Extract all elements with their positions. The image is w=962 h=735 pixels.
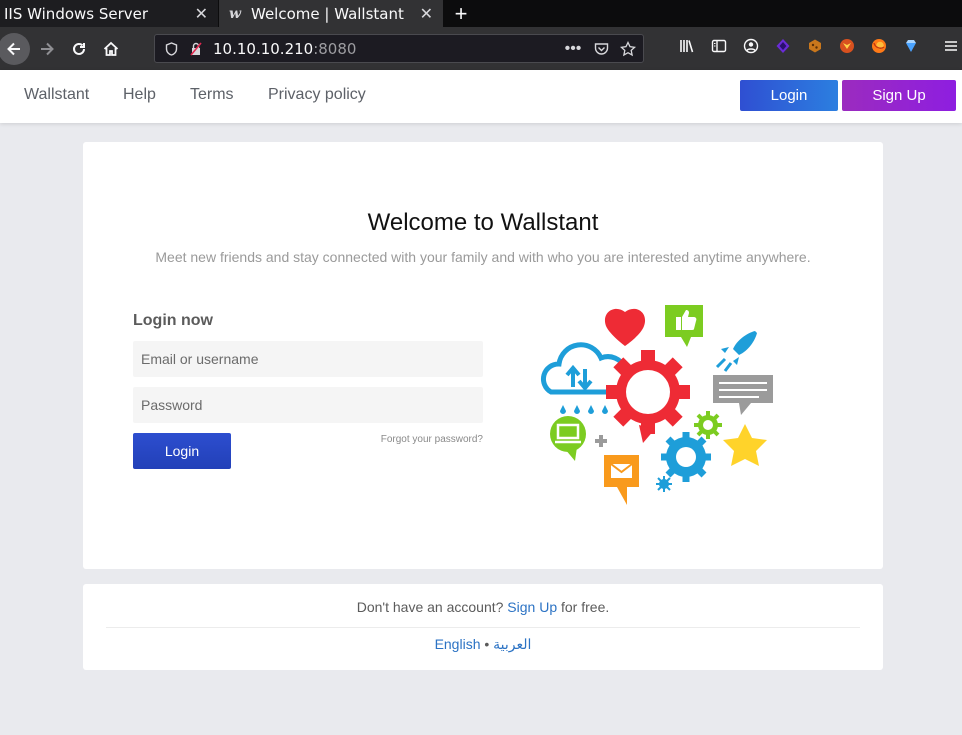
reload-button[interactable] <box>65 35 93 63</box>
cloud-sync-icon <box>540 342 629 414</box>
gear-blue-icon <box>661 432 711 482</box>
gear-small-blue-icon <box>656 476 672 492</box>
more-actions-icon[interactable]: ••• <box>565 40 582 57</box>
arrow-left-icon <box>7 42 20 56</box>
like-bubble-icon <box>665 305 703 347</box>
signup-suffix-text: for free. <box>561 599 610 615</box>
new-tab-button[interactable]: + <box>450 0 472 27</box>
tab-title: Welcome | Wallstant <box>251 4 404 23</box>
back-button[interactable] <box>0 33 30 65</box>
library-icon[interactable] <box>677 36 697 56</box>
extension-purple-icon[interactable] <box>773 36 793 56</box>
heart-icon <box>604 308 646 346</box>
gear-red-icon <box>606 350 690 434</box>
firefox-icon[interactable] <box>869 36 889 56</box>
password-field[interactable] <box>133 387 483 423</box>
menu-icon[interactable] <box>941 36 961 56</box>
email-field[interactable] <box>133 341 483 377</box>
welcome-card: Welcome to Wallstant Meet new friends an… <box>83 142 883 569</box>
close-tab-icon[interactable]: ✕ <box>195 4 208 23</box>
nav-link-wallstant[interactable]: Wallstant <box>24 86 89 104</box>
url-host: 10.10.10.210 <box>213 40 314 58</box>
address-bar[interactable]: 10.10.10.210:8080 ••• <box>154 34 644 63</box>
social-network-illustration <box>540 305 773 505</box>
shield-icon[interactable] <box>163 41 179 57</box>
language-switcher: English • العربية <box>83 636 883 653</box>
nav-link-help[interactable]: Help <box>123 86 156 104</box>
site-header: Wallstant Help Terms Privacy policy Logi… <box>0 70 962 123</box>
url-port: :8080 <box>313 40 357 58</box>
header-signup-button[interactable]: Sign Up <box>842 80 956 111</box>
plus-icon <box>595 435 607 447</box>
tab-iis[interactable]: IIS Windows Server ✕ <box>0 0 218 27</box>
star-icon <box>723 424 767 466</box>
message-bubble-icon <box>713 375 773 415</box>
url-text: 10.10.10.210:8080 <box>213 40 356 58</box>
signup-footer-card: Don't have an account? Sign Up for free.… <box>83 584 883 670</box>
wallstant-favicon-icon: w <box>229 5 242 22</box>
signup-prompt-text: Don't have an account? <box>356 599 504 615</box>
page-subtitle: Meet new friends and stay connected with… <box>155 249 811 265</box>
tab-wallstant[interactable]: w Welcome | Wallstant ✕ <box>219 0 443 27</box>
insecure-lock-icon[interactable] <box>188 41 204 57</box>
forward-button[interactable] <box>33 35 61 63</box>
extension-cookie-icon[interactable] <box>805 36 825 56</box>
close-tab-icon[interactable]: ✕ <box>420 4 433 23</box>
lang-arabic-link[interactable]: العربية <box>493 636 531 652</box>
login-button[interactable]: Login <box>133 433 231 469</box>
signup-prompt: Don't have an account? Sign Up for free. <box>83 599 883 615</box>
footer-signup-link[interactable]: Sign Up <box>507 599 557 615</box>
lang-separator: • <box>484 636 490 652</box>
browser-nav-bar: 10.10.10.210:8080 ••• <box>0 27 962 70</box>
page-title: Welcome to Wallstant <box>367 209 599 236</box>
nav-link-terms[interactable]: Terms <box>190 86 234 104</box>
extension-fox-icon[interactable] <box>837 36 857 56</box>
home-icon <box>103 41 119 56</box>
nav-link-privacy-policy[interactable]: Privacy policy <box>268 86 366 104</box>
browser-tab-bar: IIS Windows Server ✕ w Welcome | Wallsta… <box>0 0 962 27</box>
arrow-right-icon <box>41 42 54 56</box>
sidebar-icon[interactable] <box>709 36 729 56</box>
tab-title: IIS Windows Server <box>4 4 149 23</box>
rocket-icon <box>715 331 757 372</box>
bookmark-star-icon[interactable] <box>620 41 636 57</box>
laptop-bubble-icon <box>550 416 586 461</box>
account-icon[interactable] <box>741 36 761 56</box>
home-button[interactable] <box>97 35 125 63</box>
header-login-button[interactable]: Login <box>740 80 838 111</box>
mail-bubble-icon <box>604 455 639 505</box>
forgot-password-link[interactable]: Forgot your password? <box>283 434 483 445</box>
login-heading: Login now <box>133 312 213 329</box>
pocket-icon[interactable] <box>593 41 609 57</box>
footer-divider <box>106 627 860 628</box>
gear-green-icon <box>694 411 722 439</box>
lang-english-link[interactable]: English <box>435 636 481 652</box>
extension-diamond-icon[interactable] <box>901 36 921 56</box>
reload-icon <box>73 42 85 55</box>
